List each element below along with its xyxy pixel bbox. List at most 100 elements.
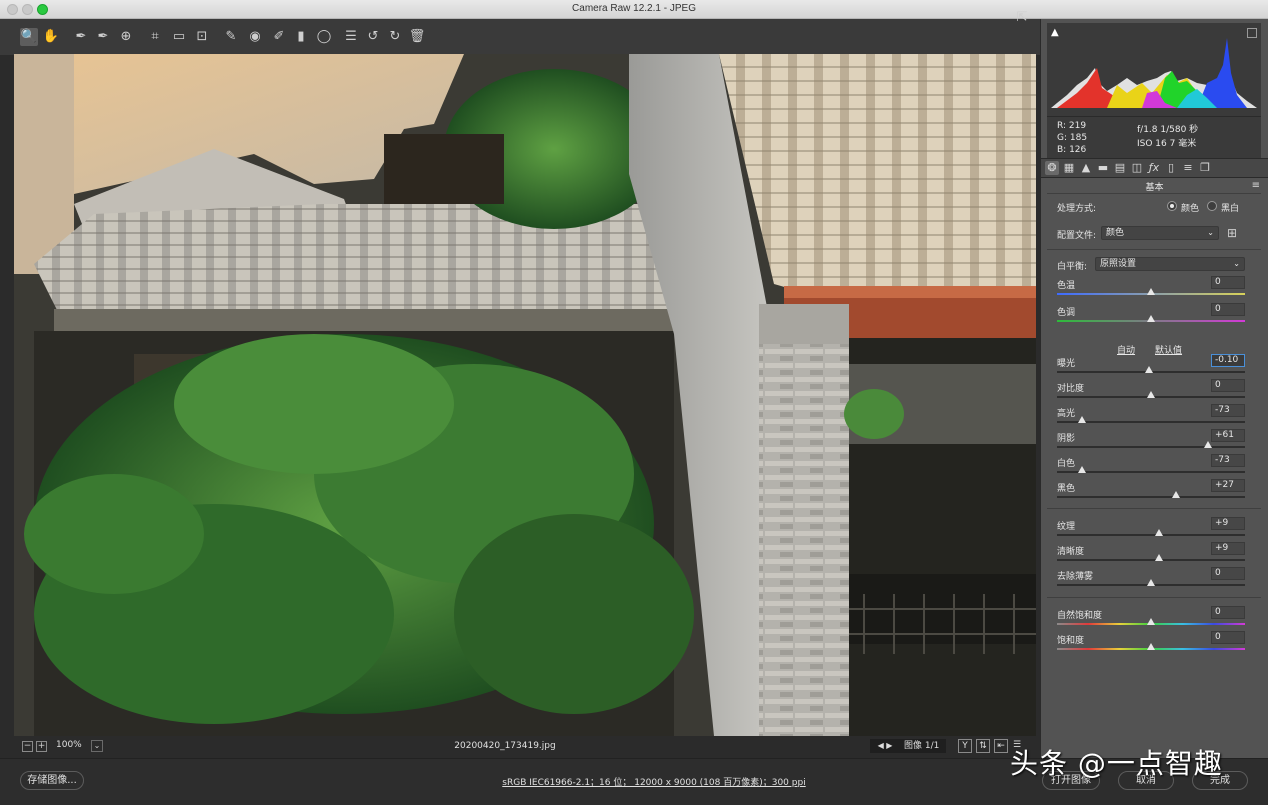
radial-filter-tool[interactable]: ◯ [315,28,333,46]
shadow-clipping-icon[interactable]: ▲ [1051,28,1061,38]
slider-track[interactable] [1057,559,1245,561]
slider-row: 白色 -73 [1041,454,1268,481]
highlight-clipping-icon[interactable] [1247,28,1257,38]
tab-snapshots-icon[interactable]: ❐ [1198,161,1212,175]
straighten-tool[interactable]: ▭ [170,28,188,46]
slider-row: 清晰度 +9 [1041,542,1268,569]
slider-track[interactable] [1057,496,1245,498]
tab-hsl-icon[interactable]: ▬ [1096,161,1110,175]
slider-label: 自然饱和度 [1057,611,1103,621]
slider-thumb[interactable] [1155,554,1164,561]
color-sampler-tool[interactable]: ✒ [94,28,112,46]
slider-row: 去除薄雾 0 [1041,567,1268,594]
image-preview[interactable] [14,54,1036,736]
rotate-left-tool[interactable]: ↺ [364,28,382,46]
divider [1047,597,1261,598]
viewer-footer: − + 100% ⌄ 20200420_173419.jpg ◀ ▶ 图像 1/… [14,738,1036,756]
slider-value-field[interactable]: -73 [1211,454,1245,467]
tab-effects-icon[interactable]: ƒx [1147,161,1161,175]
slider-row: 黑色 +27 [1041,479,1268,506]
white-balance-select[interactable]: 原照设置 ⌄ [1095,257,1245,271]
slider-thumb[interactable] [1147,579,1155,586]
slider-row: 曝光 -0.10 [1041,354,1268,381]
slider-value-field[interactable]: 0 [1211,631,1245,644]
profile-browser-icon[interactable]: ⊞ [1227,226,1243,240]
zoom-tool[interactable]: 🔍 [20,28,38,46]
treatment-bw-label: 黑白 [1221,204,1240,214]
slider-thumb[interactable] [1078,466,1087,473]
slider-thumb[interactable] [1147,391,1155,398]
tab-detail-icon[interactable]: ▲ [1079,161,1093,175]
spot-removal-tool[interactable]: ✎ [222,28,240,46]
slider-thumb[interactable] [1204,441,1213,448]
slider-value-field[interactable]: +61 [1211,429,1245,442]
slider-value-field[interactable]: +9 [1211,542,1245,555]
open-preferences-icon[interactable]: ⇱ [1013,9,1031,27]
readout-aperture-shutter: f/1.8 1/580 秒 [1137,125,1199,135]
transform-tool[interactable]: ⊡ [193,28,211,46]
slider-label: 高光 [1057,409,1076,419]
slider-label: 对比度 [1057,384,1085,394]
adjustment-brush-tool[interactable]: ✐ [270,28,288,46]
slider-label: 白色 [1057,459,1076,469]
tab-curve-icon[interactable]: ▦ [1062,161,1076,175]
slider-thumb[interactable] [1172,491,1181,498]
histogram: ▲ [1047,23,1261,116]
profile-select[interactable]: 颜色 ⌄ [1101,226,1219,240]
histogram-graph [1051,38,1257,108]
toolbar: 🔍 ✋ ✒ ✒ ⊕ ⌗ ▭ ⊡ ✎ ◉ ✐ ▮ ◯ ☰ ↺ ↻ 🗑 [0,19,1040,55]
white-balance-tool[interactable]: ✒ [72,28,90,46]
slider-value-field[interactable]: 0 [1211,606,1245,619]
default-link[interactable]: 默认值 [1155,343,1182,356]
slider-value-field[interactable]: -0.10 [1211,354,1245,367]
divider [1047,508,1261,509]
slider-value-field[interactable]: 0 [1211,303,1245,316]
tab-split-toning-icon[interactable]: ▤ [1113,161,1127,175]
tab-presets-icon[interactable]: ≡ [1181,161,1195,175]
panel-menu-icon[interactable]: ≡ [1252,180,1260,191]
auto-link[interactable]: 自动 [1117,343,1135,356]
slider-row: 自然饱和度 0 [1041,606,1268,633]
chevron-down-icon: ⌄ [1207,228,1214,237]
tab-calibration-icon[interactable]: ▯ [1164,161,1178,175]
readout-r: R: 219 [1057,121,1087,131]
preferences-tool[interactable]: ☰ [342,28,360,46]
image-nav-arrows[interactable]: ◀ ▶ [870,739,900,753]
slider-value-field[interactable]: 0 [1211,379,1245,392]
hand-tool[interactable]: ✋ [42,28,60,46]
treatment-bw-radio[interactable] [1207,201,1217,211]
slider-label: 纹理 [1057,522,1076,532]
slider-value-field[interactable]: -73 [1211,404,1245,417]
slider-thumb[interactable] [1147,288,1155,295]
slider-thumb[interactable] [1145,366,1154,373]
tab-lens-icon[interactable]: ◫ [1130,161,1144,175]
title-bar: Camera Raw 12.2.1 - JPEG [0,0,1268,19]
red-eye-tool[interactable]: ◉ [246,28,264,46]
crop-tool[interactable]: ⌗ [146,28,164,46]
slider-track[interactable] [1057,534,1245,536]
tab-basic-icon[interactable]: ❂ [1045,161,1059,175]
slider-value-field[interactable]: 0 [1211,276,1245,289]
slider-row: 对比度 0 [1041,379,1268,406]
slider-value-field[interactable]: +27 [1211,479,1245,492]
graduated-filter-tool[interactable]: ▮ [292,28,310,46]
slider-value-field[interactable]: +9 [1211,517,1245,530]
slider-label: 去除薄雾 [1057,572,1094,582]
targeted-adjustment-tool[interactable]: ⊕ [117,28,135,46]
panel-tabs: ❂ ▦ ▲ ▬ ▤ ◫ ƒx ▯ ≡ ❐ [1041,158,1268,178]
slider-label: 色调 [1057,308,1076,318]
copy-settings-icon[interactable]: ⇤ [994,739,1008,753]
slider-thumb[interactable] [1147,618,1155,625]
slider-track[interactable] [1057,446,1245,448]
profile-label: 配置文件: [1057,231,1097,241]
slider-thumb[interactable] [1147,315,1155,322]
slider-thumb[interactable] [1155,529,1164,536]
before-after-y-icon[interactable]: Y [958,739,972,753]
swap-settings-icon[interactable]: ⇅ [976,739,990,753]
trash-tool[interactable]: 🗑 [408,28,426,46]
rotate-right-tool[interactable]: ↻ [386,28,404,46]
slider-thumb[interactable] [1147,643,1155,650]
slider-thumb[interactable] [1078,416,1087,423]
slider-value-field[interactable]: 0 [1211,567,1245,580]
treatment-color-radio[interactable] [1167,201,1177,211]
